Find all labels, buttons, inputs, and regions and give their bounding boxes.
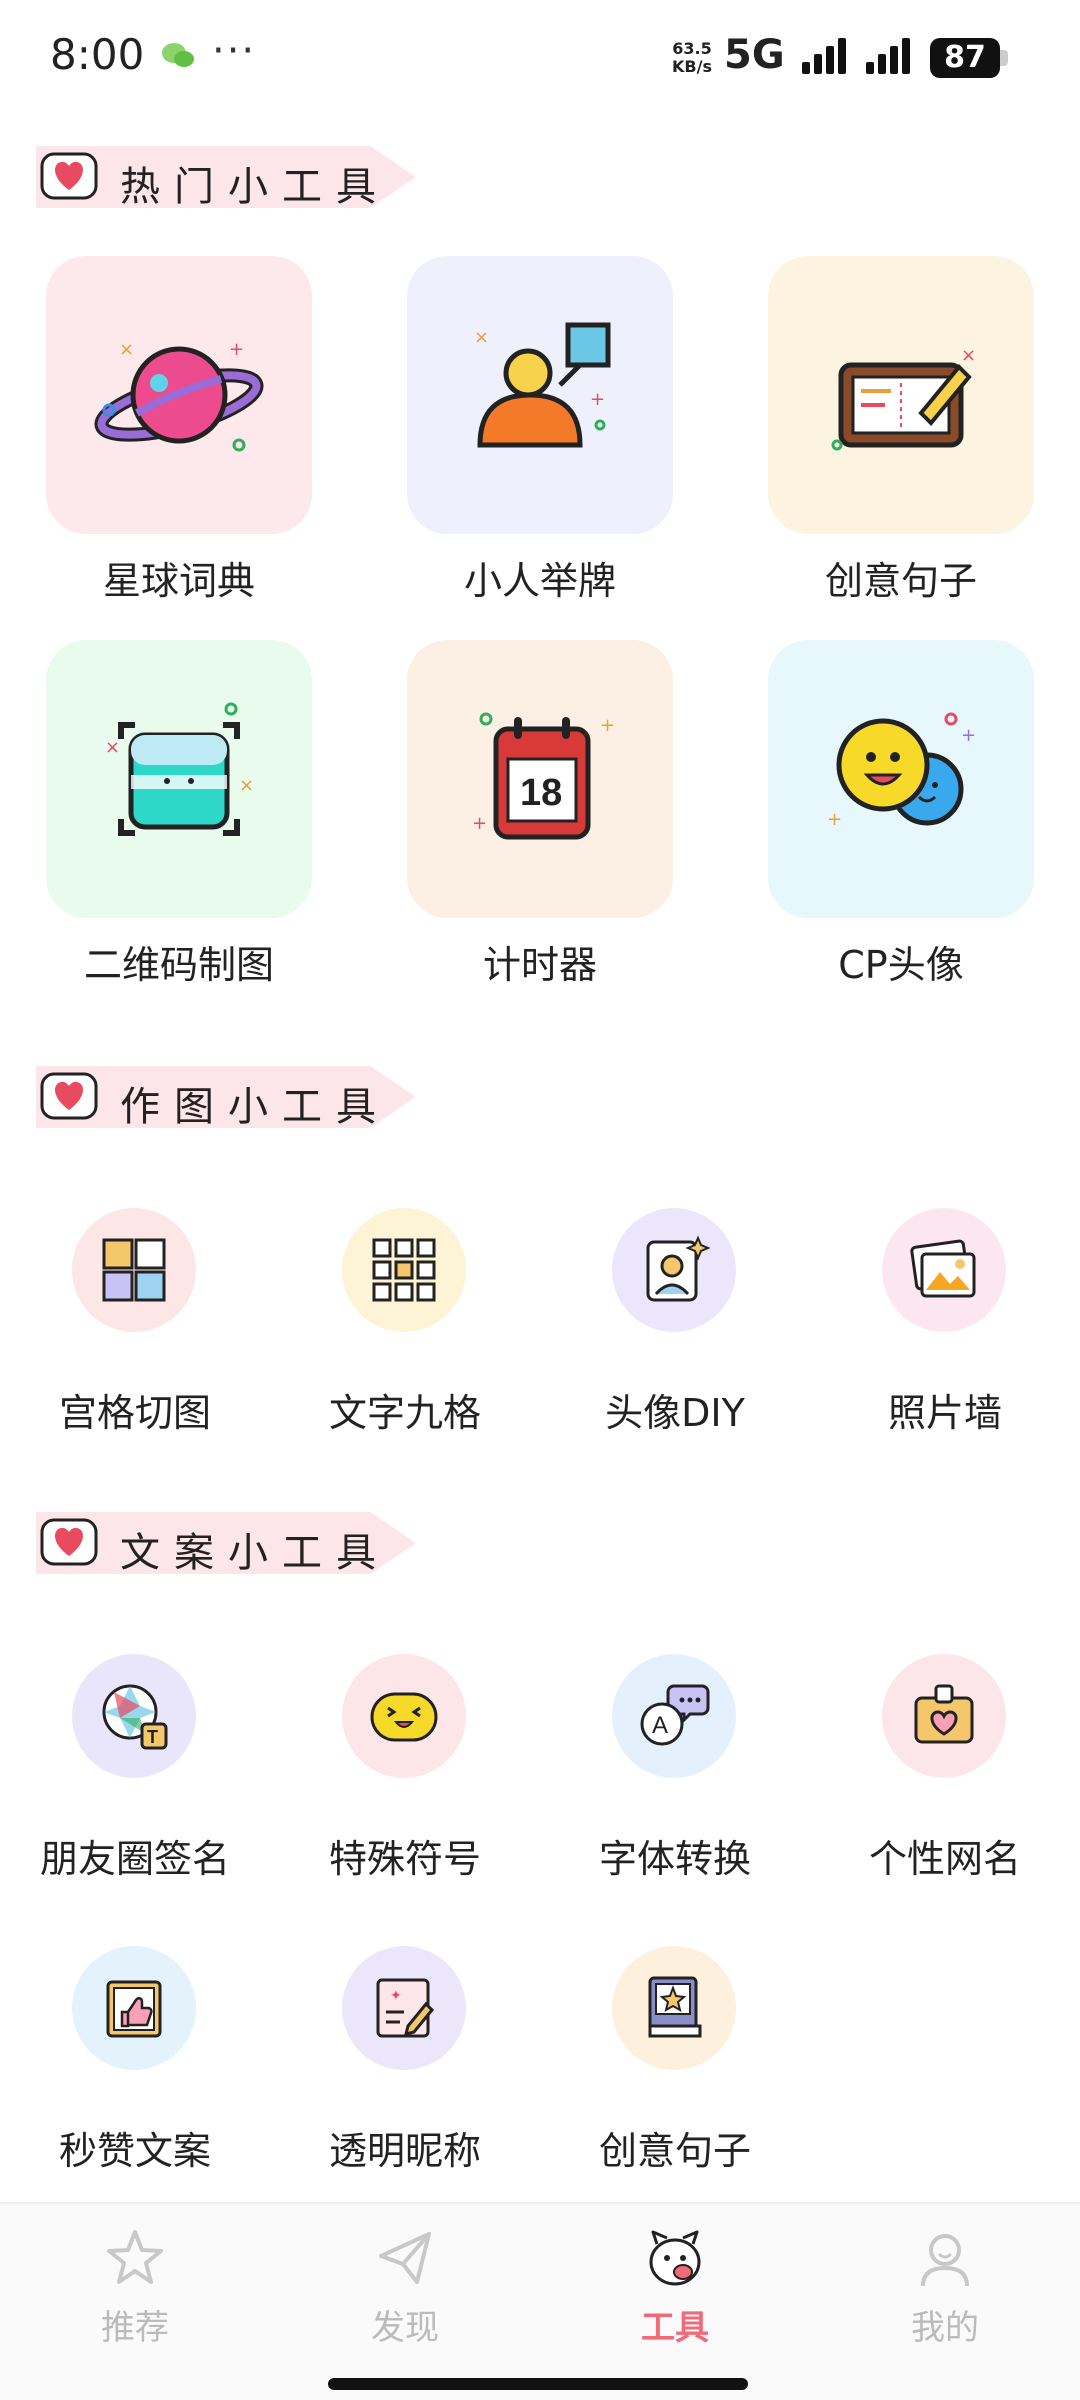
section-hot-title: 热门小工具 [120, 164, 390, 210]
tool-label: 文字九格 [328, 1391, 481, 1435]
avatar-diy-icon [646, 1235, 711, 1302]
nav-tab-profile[interactable]: 我的 [810, 2204, 1080, 2364]
svg-text:+: + [472, 813, 487, 834]
tool-tile[interactable]: + + [768, 640, 1034, 918]
tool-label: CP头像 [838, 943, 964, 987]
tool-label: 星球词典 [102, 559, 255, 603]
nine-grid-icon [372, 1238, 436, 1302]
tool-label: 创意句子 [598, 2129, 751, 2173]
section-hot-header: 热门小工具 [36, 146, 416, 210]
thumbs-up-icon [106, 1980, 162, 2038]
section-draw-title: 作图小工具 [120, 1084, 390, 1130]
svg-text:×: × [961, 345, 976, 366]
note-pen-icon: ✦ [376, 1978, 435, 2038]
calendar-icon: 18 + + [472, 712, 615, 840]
tool-circle[interactable] [882, 1208, 1006, 1332]
paper-plane-icon [379, 2232, 431, 2284]
photo-wall-icon [910, 1239, 976, 1298]
tool-circle[interactable] [72, 1208, 196, 1332]
svg-text:+: + [827, 809, 842, 830]
grid-cut-icon [102, 1238, 166, 1302]
heart-bubble-icon [40, 152, 98, 200]
status-bar: 8:00 ··· 63.5 KB/s 5G 87 [0, 0, 1080, 118]
nav-label: 工具 [641, 2308, 709, 2348]
nav-label: 推荐 [101, 2308, 169, 2348]
chat-a-icon: A [640, 1684, 710, 1746]
emoji-face-icon [370, 1692, 438, 1742]
tool-tile[interactable]: × [768, 256, 1034, 534]
tool-tile[interactable]: 18 + + [407, 640, 673, 918]
nav-tab-tools[interactable]: 工具 [540, 2204, 810, 2364]
planet-icon: × + [94, 339, 264, 452]
nav-label: 发现 [371, 2308, 439, 2348]
heart-card-icon [914, 1684, 974, 1744]
sign-person-icon: × + [474, 322, 611, 448]
user-icon [921, 2234, 969, 2287]
wechat-icon [162, 43, 194, 67]
tool-label: 个性网名 [868, 1837, 1021, 1881]
tool-circle[interactable] [882, 1654, 1006, 1778]
svg-text:×: × [119, 339, 134, 360]
battery-level: 87 [944, 40, 986, 75]
nav-tab-recommend[interactable]: 推荐 [0, 2204, 270, 2364]
tool-circle[interactable]: A [612, 1654, 736, 1778]
tool-circle[interactable] [612, 1208, 736, 1332]
svg-text:×: × [474, 327, 489, 348]
tool-label: 创意句子 [824, 559, 977, 603]
svg-text:×: × [239, 775, 254, 796]
tool-tile[interactable]: × + [407, 256, 673, 534]
nav-label: 我的 [911, 2308, 979, 2348]
tool-label: 计时器 [482, 943, 597, 987]
tool-label: 头像DIY [605, 1391, 745, 1435]
heart-bubble-icon [40, 1518, 98, 1566]
star-book-icon [648, 1976, 702, 2038]
tool-circle[interactable] [72, 1946, 196, 2070]
notebook-pen-icon: × [831, 345, 976, 451]
svg-text:18: 18 [520, 772, 562, 814]
qr-scan-icon: × × [105, 702, 254, 836]
star-icon [107, 2230, 163, 2284]
nav-tab-discover[interactable]: 发现 [270, 2204, 540, 2364]
svg-text:+: + [229, 339, 244, 360]
tool-label: 字体转换 [598, 1837, 751, 1881]
svg-text:+: + [590, 389, 605, 410]
svg-text:A: A [652, 1712, 668, 1739]
battery-icon: 87 [930, 38, 1008, 78]
mascot-icon [649, 2230, 701, 2286]
tool-tile[interactable]: × + [46, 256, 312, 534]
tool-circle[interactable]: T [72, 1654, 196, 1778]
signal-icon-2 [866, 38, 910, 74]
more-dots-icon: ··· [212, 28, 257, 74]
tool-label: 照片墙 [887, 1391, 1002, 1435]
signal-icon [802, 38, 846, 74]
tool-circle[interactable]: ✦ [342, 1946, 466, 2070]
svg-text:T: T [147, 1727, 158, 1747]
section-draw-header: 作图小工具 [36, 1066, 416, 1130]
smiley-pair-icon: + + [827, 712, 976, 830]
tool-label: 特殊符号 [328, 1837, 481, 1881]
section-copy-title: 文案小工具 [120, 1530, 390, 1576]
home-indicator[interactable] [328, 2378, 748, 2390]
tool-tile[interactable]: × × [46, 640, 312, 918]
svg-text:+: + [961, 725, 976, 746]
tool-label: 二维码制图 [83, 943, 274, 987]
tool-label: 朋友圈签名 [39, 1837, 230, 1881]
svg-text:+: + [600, 715, 615, 736]
aperture-text-icon: T [102, 1684, 168, 1750]
tool-label: 秒赞文案 [58, 2129, 211, 2173]
section-copy-header: 文案小工具 [36, 1512, 416, 1576]
network-type: 5G [724, 32, 785, 78]
tool-circle[interactable] [342, 1208, 466, 1332]
heart-bubble-icon [40, 1072, 98, 1120]
tool-label: 透明昵称 [328, 2129, 481, 2173]
svg-text:✦: ✦ [390, 1988, 402, 2004]
tool-circle[interactable] [612, 1946, 736, 2070]
status-time: 8:00 [50, 30, 145, 79]
tool-label: 宫格切图 [58, 1391, 211, 1435]
network-speed: 63.5 KB/s [672, 39, 712, 76]
bottom-nav: 推荐 发现 工具 我的 [0, 2202, 1080, 2400]
svg-text:×: × [105, 737, 120, 758]
tool-circle[interactable] [342, 1654, 466, 1778]
tool-label: 小人举牌 [463, 559, 616, 603]
